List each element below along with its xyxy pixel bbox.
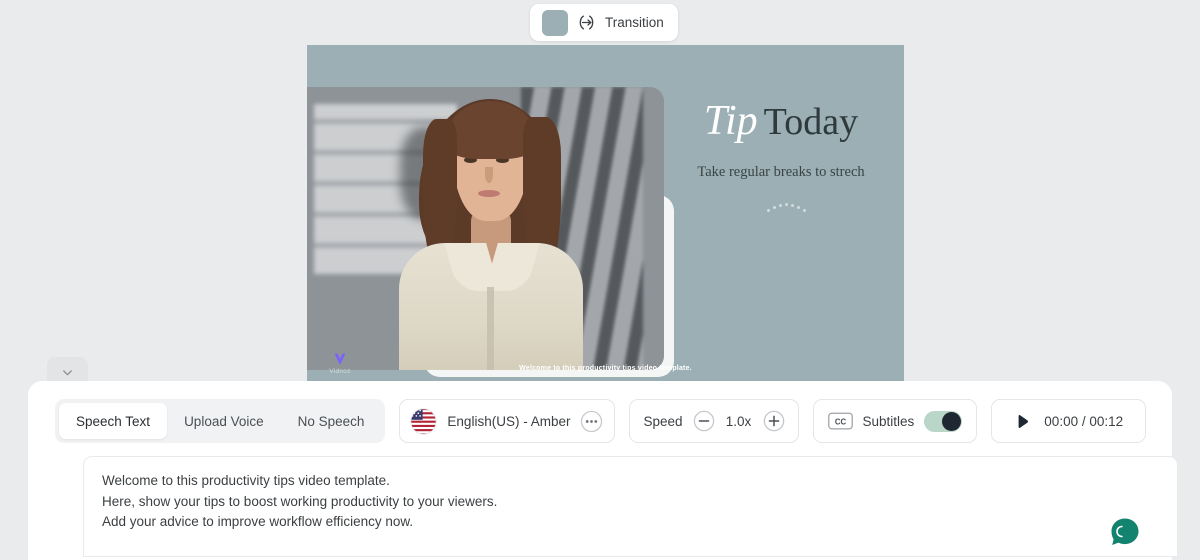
minus-circle-icon[interactable] — [693, 410, 715, 432]
transition-icon — [579, 15, 594, 30]
play-icon[interactable] — [1014, 413, 1031, 430]
subtitles-toggle-knob — [942, 411, 962, 431]
tab-no-speech[interactable]: No Speech — [281, 403, 382, 439]
voice-selector[interactable]: English(US) - Amber — [399, 399, 616, 443]
support-chat-button[interactable] — [1109, 516, 1141, 548]
cc-icon: CC — [827, 412, 853, 430]
plus-circle-icon[interactable] — [763, 410, 785, 432]
voice-name-label: English(US) - Amber — [447, 413, 571, 429]
presenter-video-frame — [307, 87, 664, 370]
chevron-down-icon — [63, 369, 72, 375]
transition-swatch[interactable] — [542, 9, 568, 36]
slide-caption: Welcome to this productivity tips video … — [519, 365, 692, 372]
speech-toolbar: Speech Text Upload Voice No Speech Engli… — [55, 399, 1147, 443]
transition-label: Transition — [605, 15, 664, 30]
player-control: 00:00 / 00:12 — [991, 399, 1147, 443]
slide-dots-decoration — [663, 203, 899, 217]
us-flag-icon — [410, 407, 437, 435]
script-textarea[interactable]: Welcome to this productivity tips video … — [83, 456, 1178, 557]
player-time: 00:00 / 00:12 — [1044, 413, 1124, 429]
subtitles-control: CC Subtitles — [812, 399, 978, 443]
script-line: Welcome to this productivity tips video … — [102, 473, 390, 488]
subtitles-label: Subtitles — [862, 413, 915, 429]
tab-upload-voice[interactable]: Upload Voice — [167, 403, 281, 439]
speed-control: Speed 1.0x — [629, 399, 799, 443]
tab-speech-text[interactable]: Speech Text — [59, 403, 168, 439]
script-line: Here, show your tips to boost working pr… — [102, 493, 498, 509]
slide-title: Tip Today — [663, 97, 899, 145]
presenter-shirt-placket — [487, 287, 494, 370]
slide-subtitle: Take regular breaks to strech — [697, 164, 865, 180]
svg-text:CC: CC — [834, 418, 846, 427]
speed-label: Speed — [643, 413, 683, 429]
slide-text-block[interactable]: Tip Today Take regular breaks to strech — [663, 97, 899, 217]
script-line: Add your advice to improve workflow effi… — [102, 514, 414, 529]
more-options-icon[interactable] — [580, 410, 603, 433]
chat-bubble-icon — [1111, 518, 1139, 545]
speech-panel: Speech Text Upload Voice No Speech Engli… — [28, 381, 1178, 560]
presenter-mouth — [478, 190, 500, 197]
speech-mode-tabs: Speech Text Upload Voice No Speech — [55, 399, 386, 443]
video-preview-stage[interactable]: Tip Today Take regular breaks to strech V… — [307, 45, 904, 383]
video-editor-app: Transition Tip Today Take regular breaks… — [0, 0, 1200, 560]
presenter-nose — [485, 167, 493, 183]
slide-title-rest: Today — [763, 101, 859, 143]
speed-value: 1.0x — [725, 413, 752, 429]
presenter-avatar — [395, 91, 585, 370]
subtitles-toggle[interactable] — [924, 410, 963, 432]
transition-control[interactable]: Transition — [530, 4, 678, 41]
slide-title-italic: Tip — [703, 98, 758, 144]
